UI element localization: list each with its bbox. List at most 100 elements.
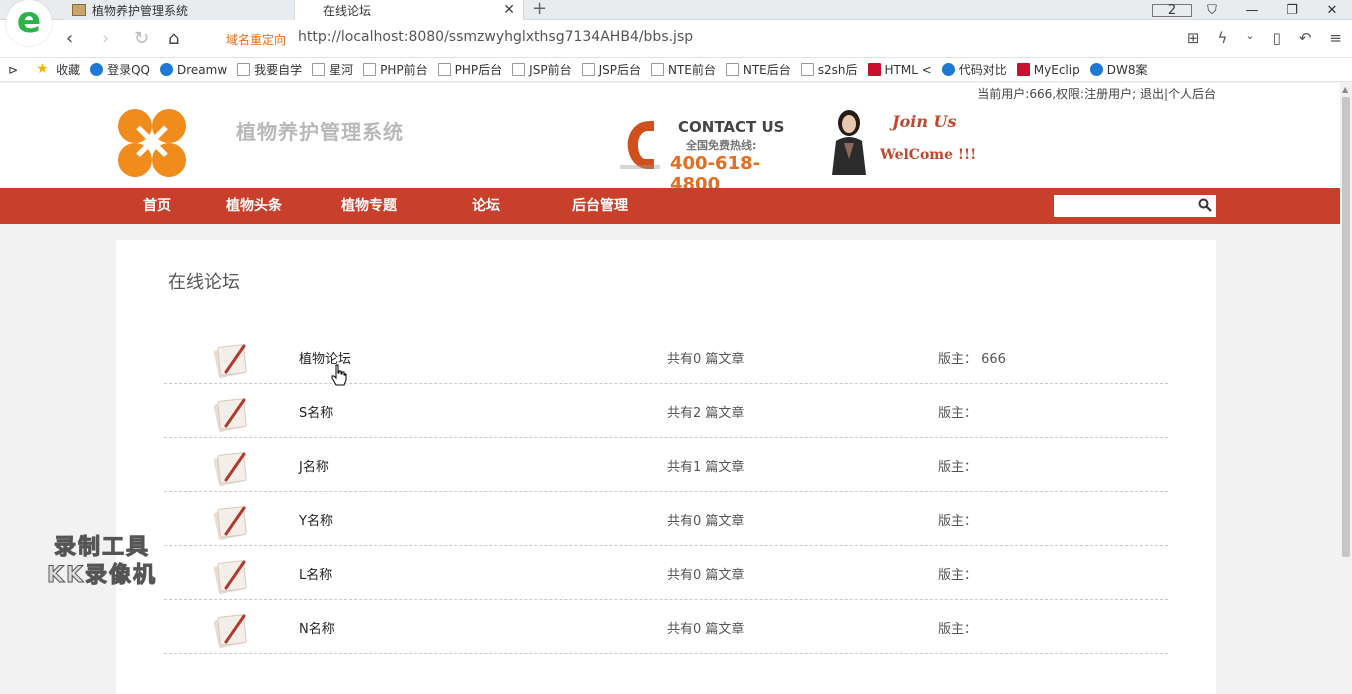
bookmark-label: PHP后台 [454,63,503,77]
forum-row: 植物论坛 共有0 篇文章 版主： 666 [164,330,1168,384]
tab-count-button[interactable]: 2 [1152,3,1192,18]
site-header: 当前用户:666,权限:注册用户; 退出|个人后台 ✕ 植物养护管理系统 CON… [0,83,1340,195]
page-scrollbar[interactable]: ▲ [1340,83,1352,694]
forum-moderator: 版主： 666 [938,352,1006,367]
tab-forum[interactable]: 在线论坛 ✕ [294,0,524,20]
bookmark-item[interactable]: MyEclip [1016,62,1080,77]
menu-icon[interactable]: ≡ [1329,29,1342,47]
qq-icon [90,63,104,76]
phone-icon [620,121,660,169]
recorder-watermark: 录制工具 KK录像机 [46,535,158,589]
hand-cursor-icon [331,364,347,386]
page-icon [437,63,451,76]
bookmark-item[interactable]: NTE前台 [650,61,716,78]
forum-name-link[interactable]: N名称 [299,618,335,637]
forum-article-count: 共有1 篇文章 [667,460,745,475]
window-controls: 2 ⛉ — ❐ ✕ [1152,0,1352,20]
chevron-down-icon[interactable]: ⌄ [1245,29,1254,47]
nav-home[interactable]: 首页 [143,188,171,224]
lightning-icon[interactable]: ϟ [1217,29,1227,47]
shirt-skin-icon[interactable]: ⛉ [1192,3,1232,18]
close-tab-icon[interactable]: ✕ [503,2,515,18]
forum-article-count: 共有2 篇文章 [667,406,745,421]
site-title: 植物养护管理系统 [236,120,404,144]
page-icon [363,63,377,76]
bookmark-item[interactable]: 我要自学 [237,61,302,78]
sidebar-toggle-icon[interactable]: ⊳ [8,63,18,77]
bookmark-item[interactable]: PHP前台 [363,61,428,78]
search-icon[interactable] [1198,198,1212,212]
contact-heading: CONTACT US [678,118,785,136]
forum-row: Y名称 共有0 篇文章 版主： [164,492,1168,546]
nav-plant-headlines[interactable]: 植物头条 [226,188,282,224]
forward-icon[interactable]: › [102,28,109,49]
new-tab-icon[interactable]: + [532,0,547,19]
bookmark-label: NTE后台 [742,63,791,77]
tab-bar: 植物养护管理系统 在线论坛 ✕ + 2 ⛉ — ❐ ✕ [0,0,1352,20]
minimize-icon[interactable]: — [1232,3,1272,18]
scroll-up-icon[interactable]: ▲ [1342,85,1348,94]
bookmark-label: 收藏 [56,63,81,77]
bookmark-label: Dreamw [176,62,228,77]
bookmark-item[interactable]: 登录QQ [90,61,150,78]
bookmark-label: 登录QQ [107,63,150,77]
bookmark-item[interactable]: JSP后台 [581,61,641,78]
forum-article-count: 共有0 篇文章 [667,568,745,583]
scroll-thumb[interactable] [1342,97,1350,557]
back-icon[interactable]: ‹ [66,28,73,49]
main-nav: 首页 植物头条 植物专题 论坛 后台管理 [0,188,1340,224]
forum-moderator: 版主： [938,460,978,475]
contact-banner: CONTACT US 全国免费热线: 400-618-4800 [620,113,790,195]
bookmark-item[interactable]: Dreamw [159,62,228,77]
bookmark-item[interactable]: PHP后台 [437,61,503,78]
myeclipse-icon [1016,63,1030,76]
contact-subheading: 全国免费热线: [686,139,757,152]
forum-name-link[interactable]: S名称 [299,402,333,421]
page-icon [650,63,664,76]
main-content: 在线论坛 植物论坛 共有0 篇文章 版主： 666 S名称 共有2 篇文章 版主： J名称共… [116,240,1216,694]
bookmark-item[interactable]: 星河 [312,61,353,78]
close-window-icon[interactable]: ✕ [1312,3,1352,18]
site-logo-icon[interactable]: ✕ [118,109,188,179]
forum-row: L名称 共有0 篇文章 版主： [164,546,1168,600]
bookmark-item[interactable]: HTML < [867,62,932,77]
url-input[interactable]: http://localhost:8080/ssmzwyhglxthsg7134… [298,29,693,45]
search-input[interactable] [1054,195,1216,217]
bookmark-item[interactable]: JSP前台 [512,61,572,78]
notepad-pen-icon [213,614,247,648]
compare-icon [941,63,955,76]
forum-row: J名称 共有1 篇文章 版主： [164,438,1168,492]
bookmark-item[interactable]: 代码对比 [941,61,1007,78]
undo-icon[interactable]: ↶ [1299,29,1312,47]
forum-moderator: 版主： [938,622,978,637]
paw-icon [1089,63,1103,76]
notepad-pen-icon [213,506,247,540]
forum-name-link[interactable]: Y名称 [299,510,333,529]
forum-moderator: 版主： [938,406,978,421]
bookmark-item[interactable]: NTE后台 [725,61,791,78]
page-icon [581,63,595,76]
home-icon[interactable]: ⌂ [168,28,179,49]
forum-name-link[interactable]: L名称 [299,564,332,583]
bookmark-label: HTML < [884,62,932,77]
page-icon [512,63,526,76]
restore-icon[interactable]: ❐ [1272,3,1312,18]
qr-code-icon[interactable]: ⊞ [1187,29,1200,47]
bookmark-label: MyEclip [1033,62,1080,77]
bookmark-icon[interactable]: ▯ [1273,29,1281,47]
browser-logo-icon[interactable]: e [6,0,52,46]
nav-plant-topics[interactable]: 植物专题 [341,188,397,224]
bookmark-item[interactable]: ★ 收藏 [36,61,80,78]
image-icon [800,63,814,76]
user-info[interactable]: 当前用户:666,权限:注册用户; 退出|个人后台 [977,85,1216,102]
forum-row: N名称 共有0 篇文章 版主： [164,600,1168,654]
tab-plant-system[interactable]: 植物养护管理系统 [64,0,294,20]
reload-icon[interactable]: ↻ [134,28,149,49]
bookmark-item[interactable]: s2sh后 [800,61,858,78]
bookmark-label: 我要自学 [254,63,303,77]
forum-name-link[interactable]: J名称 [299,456,329,475]
nav-forum[interactable]: 论坛 [472,188,500,224]
bookmark-label: DW8案 [1106,63,1148,77]
nav-admin[interactable]: 后台管理 [572,188,628,224]
bookmark-item[interactable]: DW8案 [1089,61,1148,78]
